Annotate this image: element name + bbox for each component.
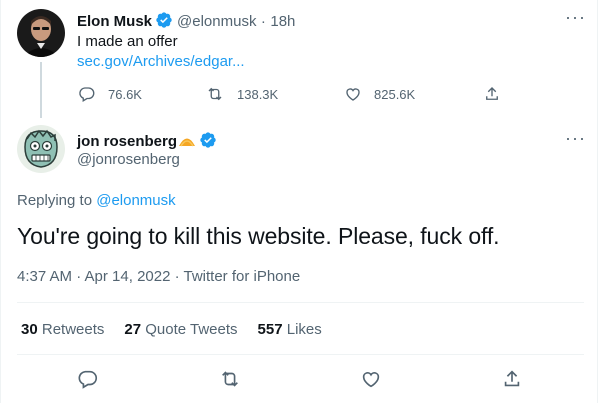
main-like-button[interactable] xyxy=(360,368,382,390)
main-share-button[interactable] xyxy=(501,368,523,390)
quote-tweets-count: 27 xyxy=(124,321,142,338)
heart-icon xyxy=(346,88,360,101)
divider-bottom xyxy=(17,354,584,355)
heart-icon xyxy=(362,372,380,388)
parent-tweet-link[interactable]: sec.gov/Archives/edgar... xyxy=(77,53,245,70)
retweets-label: Retweets xyxy=(41,321,105,338)
divider-top xyxy=(17,302,584,303)
reply-icon xyxy=(78,370,98,389)
main-reply-button[interactable] xyxy=(77,368,99,390)
main-more-icon[interactable]: ··· xyxy=(565,129,586,147)
parent-share-button[interactable] xyxy=(483,85,513,103)
parent-author-name[interactable]: Elon Musk xyxy=(77,13,152,30)
reply-icon xyxy=(79,87,95,102)
retweet-icon xyxy=(222,371,238,387)
likes-label: Likes xyxy=(286,321,322,338)
taco-icon xyxy=(178,134,196,153)
retweets-count: 30 xyxy=(21,321,38,338)
elon-avatar[interactable] xyxy=(17,9,65,57)
parent-like-button[interactable]: 825.6K xyxy=(344,85,415,103)
likes-stat[interactable]: 557 Likes xyxy=(258,321,322,338)
main-tweet-timestamp[interactable]: 4:37 AM · Apr 14, 2022 · Twitter for iPh… xyxy=(17,268,300,285)
replying-to-line: Replying to @elonmusk xyxy=(17,192,176,209)
engagement-stats: 30 Retweets 27 Quote Tweets 557 Likes xyxy=(21,321,342,338)
parent-more-icon[interactable]: ··· xyxy=(565,8,586,26)
thread-line xyxy=(40,62,42,118)
retweets-stat[interactable]: 30 Retweets xyxy=(21,321,104,338)
retweet-icon xyxy=(208,87,222,101)
quote-tweets-label: Quote Tweets xyxy=(145,321,238,338)
likes-count: 557 xyxy=(257,321,283,338)
frame-border-left xyxy=(0,0,1,403)
parent-like-count: 825.6K xyxy=(374,86,416,102)
main-retweet-button[interactable] xyxy=(218,368,240,390)
main-author-handle[interactable]: @jonrosenberg xyxy=(77,151,180,168)
quote-tweets-stat[interactable]: 27 Quote Tweets xyxy=(124,321,237,338)
verified-badge-icon xyxy=(199,131,217,154)
parent-retweet-button[interactable]: 138.3K xyxy=(205,85,278,103)
parent-tweet-time[interactable]: 18h xyxy=(270,13,295,30)
parent-author-handle[interactable]: @elonmusk xyxy=(177,13,256,30)
parent-tweet-header: Elon Musk @elonmusk · 18h xyxy=(77,11,295,34)
separator-dot: · xyxy=(260,13,266,30)
jon-avatar[interactable] xyxy=(17,125,65,173)
share-icon xyxy=(504,370,520,387)
parent-reply-button[interactable]: 76.6K xyxy=(78,85,142,103)
replying-to-label: Replying to xyxy=(17,192,93,209)
replying-to-handle[interactable]: @elonmusk xyxy=(96,192,175,209)
main-tweet-text: You're going to kill this website. Pleas… xyxy=(17,223,500,249)
share-icon xyxy=(486,87,498,100)
verified-badge-icon xyxy=(155,11,173,34)
parent-retweet-count: 138.3K xyxy=(237,86,279,102)
main-author-name[interactable]: jon rosenberg xyxy=(77,133,177,150)
parent-reply-count: 76.6K xyxy=(108,86,142,102)
parent-tweet-text: I made an offer xyxy=(77,33,178,50)
